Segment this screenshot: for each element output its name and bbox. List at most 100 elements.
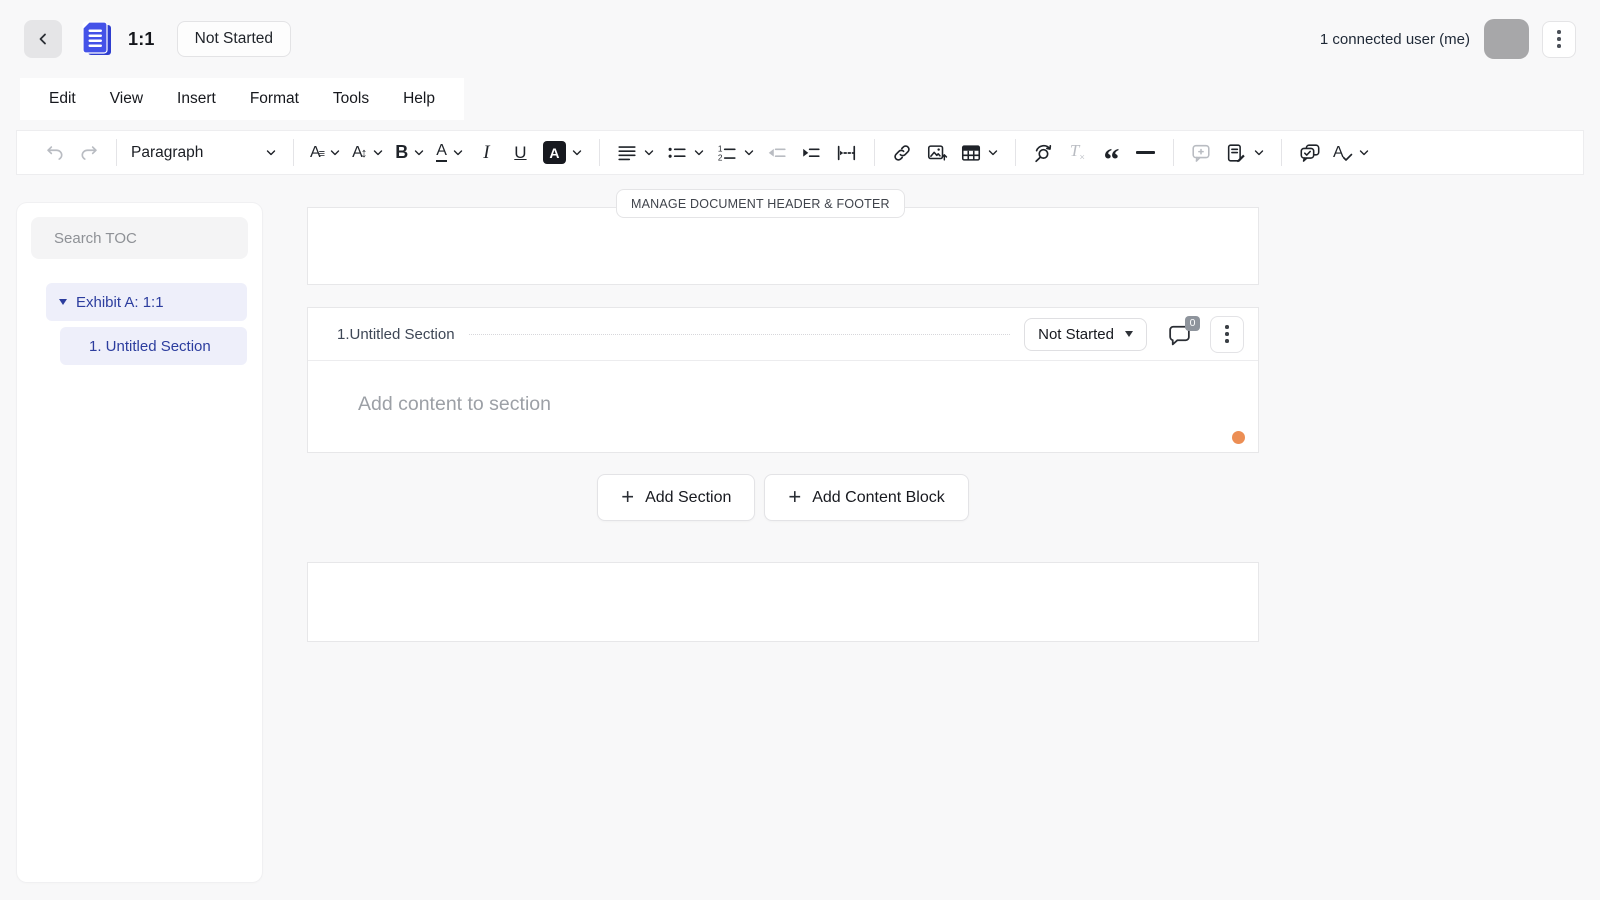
toc-item-exhibit[interactable]: Exhibit A: 1:1 — [46, 283, 247, 321]
menu-edit[interactable]: Edit — [32, 90, 93, 108]
toolbar-separator — [1173, 139, 1174, 166]
font-family-button[interactable]: A≡ — [306, 136, 345, 170]
chevron-left-icon — [36, 32, 50, 46]
paragraph-style-dropdown[interactable]: Paragraph — [129, 136, 281, 170]
insert-image-button[interactable] — [921, 136, 953, 170]
bullet-list-icon — [666, 142, 688, 164]
section-content-area[interactable]: Add content to section — [308, 361, 1258, 452]
search-input[interactable] — [54, 230, 253, 247]
menu-insert[interactable]: Insert — [160, 90, 233, 108]
chevron-down-icon — [1358, 147, 1370, 159]
align-button[interactable] — [612, 136, 659, 170]
toc-item-untitled-section[interactable]: 1. Untitled Section — [60, 327, 247, 365]
menu-bar: Edit View Insert Format Tools Help — [20, 78, 464, 120]
blockquote-icon: “ — [1103, 140, 1119, 166]
chevron-down-icon — [743, 147, 755, 159]
add-comment-button[interactable] — [1186, 136, 1217, 170]
page-title: 1:1 — [128, 29, 155, 50]
insert-table-button[interactable] — [956, 136, 1003, 170]
font-family-icon: A≡ — [310, 144, 324, 162]
add-comment-icon — [1190, 142, 1212, 164]
insert-link-button[interactable] — [887, 136, 918, 170]
section-comments-button[interactable]: 0 — [1166, 322, 1193, 347]
italic-icon: I — [483, 142, 489, 164]
document-icon — [80, 20, 114, 58]
document-status-badge[interactable]: Not Started — [177, 21, 291, 57]
redo-icon — [78, 142, 100, 164]
spellcheck-button[interactable]: A — [1329, 136, 1374, 170]
text-color-button[interactable]: A — [432, 136, 468, 170]
manage-header-footer-button[interactable]: MANAGE DOCUMENT HEADER & FOOTER — [616, 189, 905, 218]
section-placeholder-text: Add content to section — [358, 393, 551, 416]
toc-search[interactable] — [31, 217, 248, 259]
section-block: 1.Untitled Section Not Started 0 Add con… — [307, 307, 1259, 453]
document-header-block[interactable] — [307, 207, 1259, 285]
undo-button[interactable] — [39, 136, 70, 170]
kebab-icon — [1225, 325, 1229, 329]
formatting-toolbar: Paragraph A≡ A↕ B A I U A — [16, 130, 1584, 175]
kebab-icon — [1557, 30, 1561, 34]
highlight-color-icon: A — [543, 141, 566, 164]
italic-button[interactable]: I — [471, 136, 502, 170]
undo-icon — [44, 142, 66, 164]
avatar[interactable] — [1484, 19, 1529, 59]
section-header-row: 1.Untitled Section Not Started 0 — [308, 308, 1258, 361]
align-icon — [616, 142, 638, 164]
back-button[interactable] — [24, 20, 62, 58]
dropdown-arrow-icon — [1125, 331, 1133, 337]
section-title[interactable]: 1.Untitled Section — [337, 326, 455, 343]
connected-users-label: 1 connected user (me) — [1320, 31, 1470, 48]
topbar-menu-button[interactable] — [1542, 21, 1576, 58]
chevron-down-icon — [571, 147, 583, 159]
add-content-block-button[interactable]: + Add Content Block — [764, 474, 968, 521]
page-break-button[interactable] — [830, 136, 862, 170]
collapse-triangle-icon — [59, 299, 67, 305]
svg-text:1: 1 — [718, 144, 723, 153]
add-content-block-label: Add Content Block — [812, 489, 945, 507]
text-color-icon: A — [436, 143, 447, 162]
font-size-button[interactable]: A↕ — [348, 136, 388, 170]
menu-format[interactable]: Format — [233, 90, 316, 108]
add-section-button[interactable]: + Add Section — [597, 474, 755, 521]
section-status-dropdown[interactable]: Not Started — [1024, 318, 1147, 351]
toolbar-separator — [1015, 139, 1016, 166]
presence-dot — [1232, 431, 1245, 444]
indent-button[interactable] — [796, 136, 827, 170]
clear-formatting-button[interactable]: T× — [1062, 136, 1093, 170]
section-menu-button[interactable] — [1210, 316, 1244, 353]
suggest-edit-button[interactable] — [1220, 136, 1269, 170]
underline-button[interactable]: U — [505, 136, 536, 170]
document-footer-block[interactable] — [307, 562, 1259, 642]
indent-icon — [800, 142, 822, 164]
section-status-label: Not Started — [1038, 326, 1114, 343]
find-replace-button[interactable] — [1028, 136, 1059, 170]
plus-icon: + — [788, 484, 801, 510]
menu-view[interactable]: View — [93, 90, 160, 108]
chevron-down-icon — [265, 147, 277, 159]
add-actions-row: + Add Section + Add Content Block — [307, 474, 1259, 521]
bullet-list-button[interactable] — [662, 136, 709, 170]
chevron-down-icon — [452, 147, 464, 159]
bold-button[interactable]: B — [391, 136, 429, 170]
toolbar-separator — [874, 139, 875, 166]
outdent-button[interactable] — [762, 136, 793, 170]
blockquote-button[interactable]: “ — [1096, 136, 1127, 170]
comments-check-icon — [1298, 142, 1322, 164]
toolbar-separator — [293, 139, 294, 166]
highlight-color-button[interactable]: A — [539, 136, 587, 170]
redo-button[interactable] — [73, 136, 104, 170]
numbered-list-icon: 1 2 — [716, 142, 738, 164]
horizontal-rule-button[interactable] — [1130, 136, 1161, 170]
review-comments-button[interactable] — [1294, 136, 1326, 170]
dotted-divider — [469, 334, 1011, 335]
toolbar-separator — [116, 139, 117, 166]
menu-help[interactable]: Help — [386, 90, 452, 108]
chevron-down-icon — [329, 147, 341, 159]
plus-icon: + — [621, 484, 634, 510]
menu-tools[interactable]: Tools — [316, 90, 386, 108]
numbered-list-button[interactable]: 1 2 — [712, 136, 759, 170]
toc-item-label: 1. Untitled Section — [89, 338, 211, 355]
underline-icon: U — [514, 143, 526, 163]
table-icon — [960, 142, 982, 164]
suggest-edit-icon — [1224, 142, 1248, 164]
